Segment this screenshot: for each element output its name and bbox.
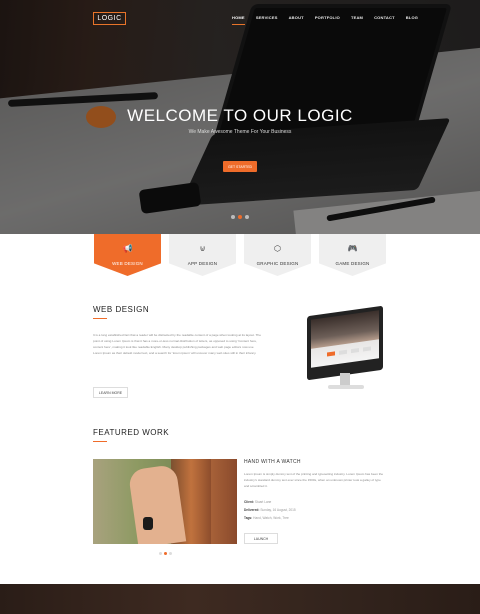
heading-underline	[93, 441, 107, 442]
bottom-banner	[0, 584, 480, 614]
tags-value: Hand, Watch, Work, Tree	[253, 516, 289, 520]
client-value: Stuart Lane	[254, 500, 272, 504]
hero-section: LOGIC HOME SERVICES ABOUT PORTFOLIO TEAM…	[0, 0, 480, 234]
service-label: GAME DESIGN	[335, 261, 370, 266]
monitor-image	[307, 305, 383, 381]
service-label: WEB DESIGN	[112, 261, 143, 266]
slider-dot[interactable]	[231, 215, 235, 219]
tags-label: Tags:	[244, 516, 253, 520]
service-label: APP DESIGN	[187, 261, 218, 266]
service-tab-web-design[interactable]: 📢 WEB DESIGN	[94, 234, 161, 276]
service-tab-graphic-design[interactable]: ⬡ GRAPHIC DESIGN	[244, 234, 311, 276]
tags-line: Tags: Hand, Watch, Work, Tree	[244, 516, 289, 520]
screen-block	[351, 348, 359, 354]
slider-dot[interactable]	[169, 552, 172, 555]
nav-item-home[interactable]: HOME	[232, 15, 245, 25]
screen-block	[327, 351, 335, 357]
delivered-value: Sunday, 16 August, 2015	[260, 508, 296, 512]
slider-dot-active[interactable]	[238, 215, 242, 219]
hero-title: WELCOME TO OUR LOGIC	[127, 106, 353, 125]
featured-item-text: Lorem Ipsum is simply dummy text of the …	[244, 472, 384, 489]
monitor-stand-base	[328, 385, 364, 389]
screen-block	[339, 349, 347, 355]
featured-image	[93, 459, 237, 544]
watch	[143, 517, 153, 530]
nav-item-team[interactable]: TEAM	[351, 15, 363, 20]
gamepad-icon: 🎮	[347, 244, 358, 253]
nav-item-services[interactable]: SERVICES	[256, 15, 278, 20]
megaphone-icon: 📢	[122, 244, 133, 253]
cube-icon: ⬡	[274, 244, 281, 253]
featured-slider-dots	[159, 552, 172, 555]
web-design-text: It is a long established fact that a rea…	[93, 333, 261, 356]
logo[interactable]: LOGIC	[93, 12, 126, 25]
service-tab-game-design[interactable]: 🎮 GAME DESIGN	[319, 234, 386, 276]
get-started-button[interactable]: GET STARTED	[223, 161, 257, 172]
slider-dot[interactable]	[245, 215, 249, 219]
nav-item-blog[interactable]: BLOG	[406, 15, 418, 20]
monitor-screen	[311, 310, 379, 368]
nav-item-about[interactable]: ABOUT	[289, 15, 304, 20]
delivered-line: Delivered: Sunday, 16 August, 2015	[244, 508, 296, 512]
service-label: GRAPHIC DESIGN	[256, 261, 299, 266]
featured-item-title: HAND WITH A WATCH	[244, 459, 301, 465]
slider-dot[interactable]	[159, 552, 162, 555]
hero-subtitle: We Make Awesome Theme For Your Business	[188, 129, 292, 135]
service-tab-app-design[interactable]: ⊍ APP DESIGN	[169, 234, 236, 276]
top-navbar: LOGIC HOME SERVICES ABOUT PORTFOLIO TEAM…	[0, 0, 480, 34]
client-label: Client:	[244, 500, 254, 504]
heading-underline	[93, 318, 107, 319]
web-design-heading: WEB DESIGN	[93, 305, 150, 314]
featured-work-heading: FEATURED WORK	[93, 428, 170, 437]
client-line: Client: Stuart Lane	[244, 500, 271, 504]
screen-block	[363, 346, 371, 352]
launch-button[interactable]: LAUNCH	[244, 533, 278, 544]
slider-dots	[231, 215, 249, 219]
delivered-label: Delivered:	[244, 508, 260, 512]
magnet-icon: ⊍	[199, 244, 206, 253]
page: LOGIC HOME SERVICES ABOUT PORTFOLIO TEAM…	[0, 0, 480, 614]
nav-item-portfolio[interactable]: PORTFOLIO	[315, 15, 340, 20]
nav-item-contact[interactable]: CONTACT	[374, 15, 395, 20]
learn-more-button[interactable]: LEARN MORE	[93, 387, 128, 398]
slider-dot-active[interactable]	[164, 552, 167, 555]
main-menu: HOME SERVICES ABOUT PORTFOLIO TEAM CONTA…	[232, 15, 429, 25]
